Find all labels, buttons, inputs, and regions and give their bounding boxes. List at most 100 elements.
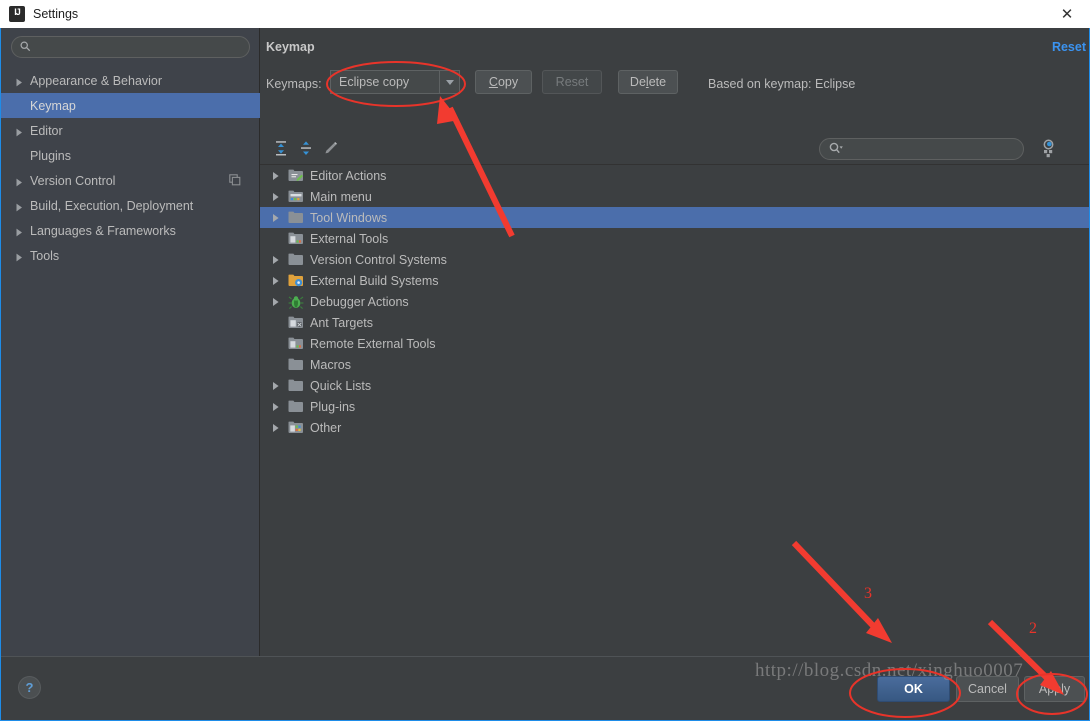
tree-row[interactable]: Macros [260,354,1089,375]
expand-arrow-icon[interactable] [15,176,24,187]
tree-row[interactable]: Editor Actions [260,165,1089,186]
apply-button[interactable]: Apply [1024,676,1085,702]
tree-row[interactable]: External Build Systems [260,270,1089,291]
tree-row[interactable]: Debugger Actions [260,291,1089,312]
keymap-select[interactable]: Eclipse copy [330,70,460,94]
reset-link[interactable]: Reset [1052,40,1086,54]
expand-arrow-icon[interactable] [271,212,282,223]
tree-row-label: Editor Actions [310,168,387,183]
keymap-settings-panel: Keymap Reset Keymaps: Eclipse copy Copy … [260,28,1089,656]
delete-button[interactable]: Delete [618,70,678,94]
tree-row[interactable]: Remote External Tools [260,333,1089,354]
sidebar-item-label: Keymap [30,98,76,113]
sidebar-item-label: Build, Execution, Deployment [30,198,194,213]
tree-row-label: Version Control Systems [310,252,447,267]
sidebar-item-label: Plugins [30,148,71,163]
expand-arrow-icon[interactable] [15,76,24,87]
other-folder-icon [288,420,304,436]
tree-row[interactable]: Other [260,417,1089,438]
sidebar-item-label: Appearance & Behavior [30,73,163,88]
tree-row-label: Tool Windows [310,210,388,225]
keymap-select-value: Eclipse copy [339,75,410,89]
external-tools-folder-icon [288,231,304,247]
sidebar-item-plugins[interactable]: Plugins [1,143,260,168]
expand-all-icon[interactable] [273,140,289,156]
sidebar-search-box[interactable] [11,36,250,58]
tree-row-label: Plug-ins [310,399,356,414]
folder-icon [288,357,304,373]
editor-actions-folder-icon [288,168,304,184]
sidebar-item-version-control[interactable]: Version Control [1,168,260,193]
sidebar-item-build-execution-deployment[interactable]: Build, Execution, Deployment [1,193,260,218]
tree-row[interactable]: External Tools [260,228,1089,249]
tree-row-label: External Tools [310,231,389,246]
reset-button: Reset [542,70,602,94]
tree-row-label: Other [310,420,342,435]
reset-button-label: Reset [555,75,589,89]
intellij-idea-icon [9,6,25,22]
sidebar-item-label: Languages & Frameworks [30,223,176,238]
expand-arrow-icon[interactable] [271,254,282,265]
sidebar-item-label: Editor [30,123,63,138]
sidebar-item-editor[interactable]: Editor [1,118,260,143]
window-title: Settings [33,7,79,21]
build-folder-icon [288,273,304,289]
tree-row[interactable]: Plug-ins [260,396,1089,417]
sidebar-item-tools[interactable]: Tools [1,243,260,268]
expand-arrow-icon[interactable] [271,170,282,181]
help-button[interactable]: ? [18,676,41,699]
tree-row-label: Debugger Actions [310,294,409,309]
tree-row[interactable]: Version Control Systems [260,249,1089,270]
find-by-shortcut-icon[interactable] [1038,138,1058,158]
close-icon[interactable]: ✕ [1044,0,1090,28]
copy-button[interactable]: Copy [475,70,532,94]
tree-row-label: Macros [310,357,351,372]
keymap-search-box[interactable] [819,138,1024,160]
expand-arrow-icon[interactable] [15,226,24,237]
tree-row-label: Ant Targets [310,315,374,330]
sidebar-item-keymap[interactable]: Keymap [1,93,260,118]
sidebar-item-label: Version Control [30,173,116,188]
ok-button[interactable]: OK [877,676,950,702]
expand-arrow-icon[interactable] [15,251,24,262]
tree-row-label: External Build Systems [310,273,439,288]
expand-arrow-icon[interactable] [271,422,282,433]
tree-row[interactable]: Quick Lists [260,375,1089,396]
copy-icon [229,174,241,186]
tree-row-label: Main menu [310,189,372,204]
tree-row-label: Quick Lists [310,378,372,393]
edit-pencil-icon[interactable] [323,140,339,156]
expand-arrow-icon[interactable] [271,401,282,412]
tree-row[interactable]: Main menu [260,186,1089,207]
keymaps-label: Keymaps: [266,77,322,91]
cancel-button[interactable]: Cancel [956,676,1019,702]
expand-arrow-icon[interactable] [271,296,282,307]
settings-sidebar: Appearance & Behavior Keymap Editor Plugins… [1,28,260,656]
sidebar-item-appearance-behavior[interactable]: Appearance & Behavior [1,68,260,93]
tree-row[interactable]: Ant Targets [260,312,1089,333]
debugger-bug-icon [288,294,304,310]
sidebar-item-languages-frameworks[interactable]: Languages & Frameworks [1,218,260,243]
keymap-search-input[interactable] [850,140,1015,158]
expand-arrow-icon[interactable] [271,191,282,202]
expand-arrow-icon[interactable] [15,201,24,212]
tree-row[interactable]: Tool Windows [260,207,1089,228]
folder-icon [288,399,304,415]
main-menu-folder-icon [288,189,304,205]
keymap-actions-tree[interactable]: Editor Actions Main menu Tool Windows Exter… [260,164,1089,649]
dialog-footer: ? OK Cancel Apply [1,656,1089,719]
search-dropdown-icon [829,142,843,154]
expand-arrow-icon[interactable] [271,275,282,286]
collapse-all-icon[interactable] [298,140,314,156]
folder-icon [288,378,304,394]
expand-arrow-icon[interactable] [15,126,24,137]
chevron-down-icon[interactable] [439,71,459,93]
search-input[interactable] [38,38,238,56]
external-tools-folder-icon [288,336,304,352]
folder-icon [288,252,304,268]
sidebar-item-label: Tools [30,248,60,263]
ant-folder-icon [288,315,304,331]
page-title: Keymap [266,40,315,54]
expand-arrow-icon[interactable] [271,380,282,391]
tree-row-label: Remote External Tools [310,336,436,351]
